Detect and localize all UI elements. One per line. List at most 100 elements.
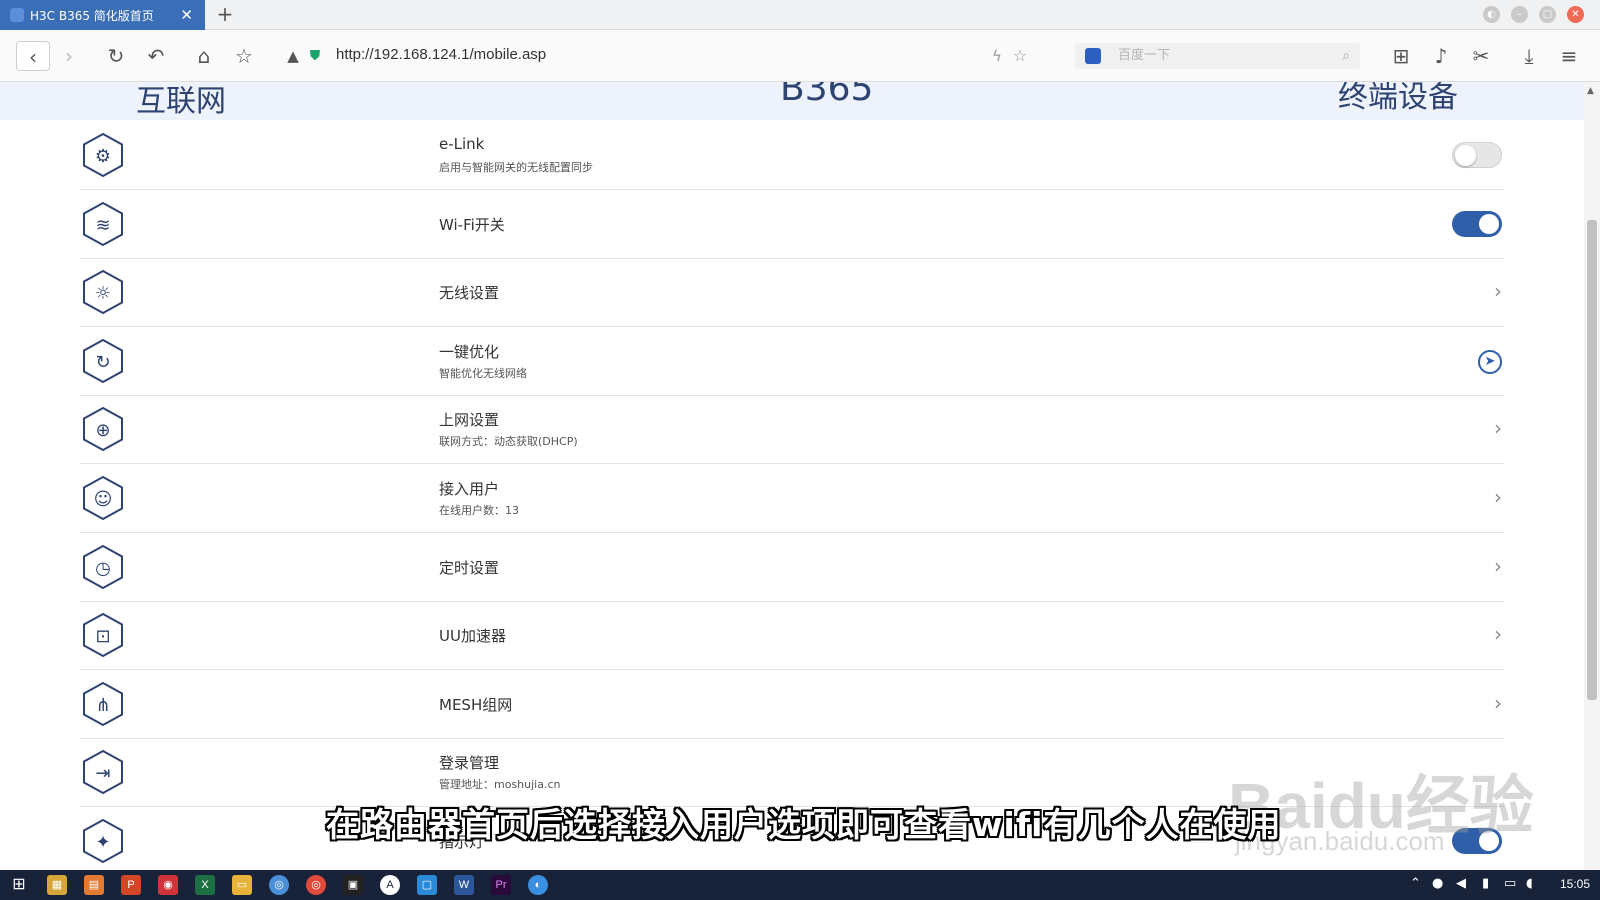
svg-text:⇥: ⇥ bbox=[95, 763, 110, 784]
close-window-icon[interactable]: ✕ bbox=[1567, 6, 1584, 23]
favorite-icon[interactable]: ☆ bbox=[1005, 41, 1035, 71]
row-subtitle: 管理地址：moshujia.cn bbox=[439, 778, 561, 792]
word-icon[interactable]: W bbox=[454, 875, 474, 895]
baidu-paw-icon bbox=[1085, 48, 1101, 64]
row-title: Wi-Fi开关 bbox=[439, 215, 505, 234]
reload-icon[interactable]: ↻ bbox=[101, 41, 131, 71]
download-icon[interactable]: ⤓ bbox=[1514, 41, 1544, 71]
settings-row[interactable]: ≋ Wi-Fi开关 bbox=[80, 189, 1504, 259]
svg-text:⋔: ⋔ bbox=[95, 695, 110, 716]
settings-row[interactable]: ☺ 接入用户 在线用户数：13 › bbox=[80, 463, 1504, 533]
svg-text:↻: ↻ bbox=[95, 352, 110, 373]
search-input[interactable]: 百度一下 ⌕ bbox=[1075, 43, 1360, 69]
url-text[interactable]: http://192.168.124.1/mobile.asp bbox=[336, 46, 546, 63]
settings-row[interactable]: ☼ 无线设置 › bbox=[80, 257, 1504, 328]
minimize-icon[interactable]: – bbox=[1511, 6, 1528, 23]
undo-icon[interactable]: ↶ bbox=[141, 41, 171, 71]
close-tab-icon[interactable]: ✕ bbox=[180, 6, 193, 24]
settings-row[interactable]: ⋔ MESH组网 › bbox=[80, 669, 1504, 739]
toggle-switch[interactable] bbox=[1452, 142, 1502, 168]
settings-row[interactable]: ⊡ UU加速器 › bbox=[80, 600, 1504, 671]
settings-row[interactable]: ⊕ 上网设置联网方式：动态获取(DHCP) › bbox=[80, 394, 1504, 465]
optimize-compass-icon[interactable]: ➤ bbox=[1478, 349, 1502, 374]
taskbar-app-icon[interactable]: ▦ bbox=[47, 875, 67, 895]
svg-text:⊕: ⊕ bbox=[95, 420, 110, 441]
row-title: 无线设置 bbox=[439, 284, 500, 303]
svg-text:☼: ☼ bbox=[95, 283, 111, 304]
wifi-settings-icon: ☼ bbox=[80, 269, 126, 315]
windows-start-icon[interactable]: ⊞ bbox=[8, 875, 30, 895]
vertical-scrollbar[interactable]: ▲ bbox=[1584, 82, 1600, 870]
taskbar: ⊞ ▦ ▤ P ◉ X ▭ ◎ ◎ ▣ A ▢ W Pr ◐ ⌃ ● ◀ ▮ ▭… bbox=[0, 870, 1600, 900]
lightbulb-icon: ✦ bbox=[80, 818, 126, 864]
tab-title: H3C B365 简化版首页 bbox=[30, 8, 154, 23]
speaker-icon[interactable]: ♪ bbox=[1426, 41, 1456, 71]
new-tab-button[interactable]: + bbox=[212, 3, 238, 27]
taskbar-clock: 15:05 bbox=[1559, 877, 1590, 891]
svg-text:⊡: ⊡ bbox=[95, 626, 110, 647]
toggle-switch[interactable] bbox=[1452, 210, 1502, 237]
chevron-right-icon[interactable]: › bbox=[1494, 279, 1502, 303]
header-strip: 互联网 B365 终端设备 bbox=[0, 82, 1584, 120]
app-icon[interactable]: A bbox=[380, 875, 400, 895]
home-icon[interactable]: ⌂ bbox=[189, 41, 219, 71]
app-icon[interactable]: ▢ bbox=[417, 875, 437, 895]
header-clients[interactable]: 终端设备 bbox=[1338, 82, 1458, 116]
row-subtitle: 联网方式：动态获取(DHCP) bbox=[439, 435, 578, 449]
back-arrow-icon[interactable]: ‹ bbox=[16, 41, 50, 71]
header-internet[interactable]: 互联网 bbox=[136, 82, 226, 120]
scrollbar-thumb[interactable] bbox=[1587, 220, 1597, 700]
file-explorer-icon[interactable]: ▭ bbox=[232, 875, 252, 895]
chevron-right-icon[interactable]: › bbox=[1494, 416, 1502, 440]
chevron-right-icon[interactable]: › bbox=[1494, 554, 1502, 578]
menu-icon[interactable]: ≡ bbox=[1554, 41, 1584, 71]
search-icon[interactable]: ⌕ bbox=[1342, 43, 1350, 69]
browser-icon[interactable]: ◎ bbox=[269, 875, 289, 895]
bookmark-star-icon[interactable]: ☆ bbox=[229, 41, 259, 71]
svg-text:≋: ≋ bbox=[95, 215, 110, 236]
row-title: 登录管理 bbox=[439, 754, 500, 773]
forward-arrow-icon[interactable]: › bbox=[54, 41, 84, 71]
powerpoint-icon[interactable]: P bbox=[121, 875, 141, 895]
active-browser-icon[interactable]: ◐ bbox=[528, 875, 548, 895]
scroll-up-arrow-icon[interactable]: ▲ bbox=[1587, 86, 1594, 96]
volume-icon[interactable]: ◖ bbox=[1526, 876, 1533, 891]
row-title: MESH组网 bbox=[439, 695, 513, 714]
chevron-right-icon[interactable]: › bbox=[1494, 622, 1502, 646]
row-title: 一键优化 bbox=[439, 342, 500, 361]
taskbar-app-icon[interactable]: ▤ bbox=[84, 875, 104, 895]
chrome-icon[interactable]: ◎ bbox=[306, 875, 326, 895]
browser-tab[interactable]: H3C B365 简化版首页 ✕ bbox=[0, 0, 205, 30]
tab-favicon-icon bbox=[10, 8, 24, 22]
microphone-icon[interactable]: ▮ bbox=[1482, 876, 1489, 891]
media-icon[interactable]: ▣ bbox=[343, 875, 363, 895]
search-placeholder: 百度一下 bbox=[1118, 48, 1171, 63]
refresh-icon: ↻ bbox=[80, 338, 126, 384]
row-title: e-Link bbox=[439, 135, 485, 153]
netease-music-icon[interactable]: ◉ bbox=[158, 875, 178, 895]
settings-row[interactable]: ⚙ e-Link 启用与智能网关的无线配置同步 bbox=[80, 120, 1504, 190]
chevron-right-icon[interactable]: › bbox=[1494, 691, 1502, 715]
svg-text:◷: ◷ bbox=[95, 558, 111, 579]
router-page: 互联网 B365 终端设备 ⚙ e-Link 启用与智能网关的无线配置同步 ≋ Wi-F… bbox=[0, 82, 1584, 870]
browser-tab-bar: H3C B365 简化版首页 ✕ + ◐ – ▢ ✕ bbox=[0, 0, 1600, 30]
tray-qq-icon[interactable]: ● bbox=[1432, 876, 1443, 891]
row-title: 上网设置 bbox=[439, 411, 500, 430]
row-title: 接入用户 bbox=[439, 480, 500, 498]
toggle-knob bbox=[1479, 213, 1499, 234]
excel-icon[interactable]: X bbox=[195, 875, 215, 895]
row-title: UU加速器 bbox=[439, 627, 506, 646]
premiere-icon[interactable]: Pr bbox=[491, 875, 511, 895]
network-icon[interactable]: ▭ bbox=[1504, 876, 1516, 891]
svg-text:⚙: ⚙ bbox=[95, 146, 111, 167]
row-subtitle: 智能优化无线网络 bbox=[439, 366, 527, 380]
skin-icon[interactable]: ◐ bbox=[1483, 6, 1500, 23]
tray-chevron-icon[interactable]: ⌃ bbox=[1410, 876, 1421, 891]
tray-app-icon[interactable]: ◀ bbox=[1456, 876, 1466, 891]
settings-row[interactable]: ◷ 定时设置 › bbox=[80, 532, 1504, 602]
scissors-icon[interactable]: ✂ bbox=[1466, 41, 1496, 71]
settings-row[interactable]: ↻ 一键优化智能优化无线网络 ➤ bbox=[80, 326, 1504, 396]
chevron-right-icon[interactable]: › bbox=[1494, 485, 1502, 509]
apps-grid-icon[interactable]: ⊞ bbox=[1386, 41, 1416, 71]
maximize-icon[interactable]: ▢ bbox=[1539, 6, 1556, 23]
